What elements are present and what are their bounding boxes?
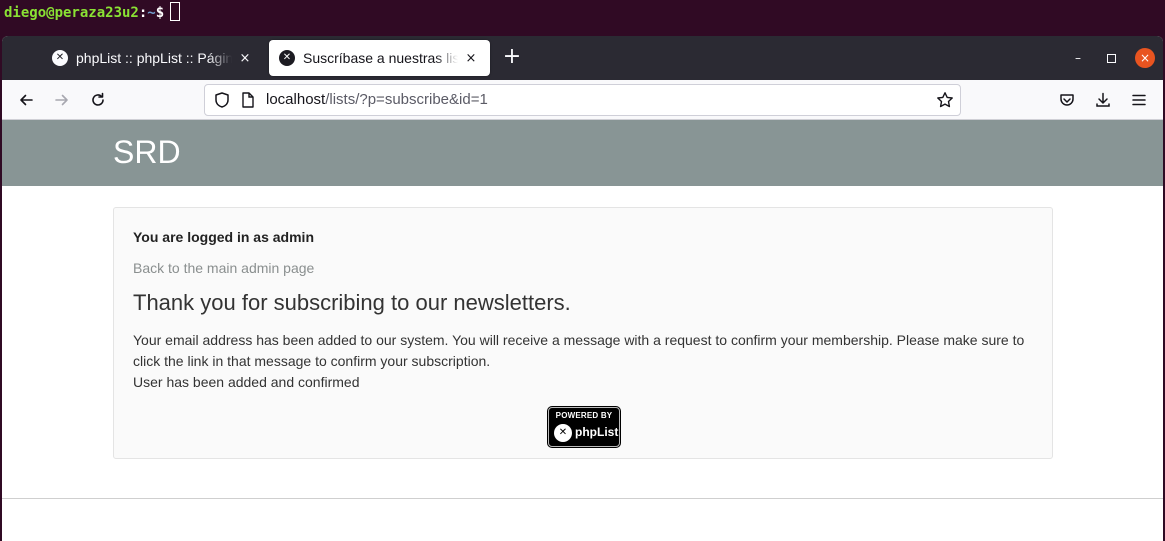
content-panel: You are logged in as admin Back to the m…: [113, 207, 1053, 459]
powered-by-label: POWERED BY: [555, 411, 613, 420]
navigation-toolbar: localhost/lists/?p=subscribe&id=1: [2, 80, 1163, 120]
status-text: User has been added and confirmed: [133, 374, 360, 390]
tab-close-icon[interactable]: ×: [462, 49, 480, 67]
logged-in-notice: You are logged in as admin: [133, 229, 314, 245]
tracking-shield-icon[interactable]: [213, 91, 231, 113]
minimize-button[interactable]: –: [1068, 48, 1088, 68]
footer-divider: [2, 498, 1163, 499]
maximize-icon: [1106, 53, 1116, 63]
back-arrow-icon: [20, 94, 33, 106]
close-window-button[interactable]: ×: [1135, 48, 1155, 68]
phplist-name: phpList: [575, 425, 619, 439]
page-heading: Thank you for subscribing to our newslet…: [133, 290, 571, 315]
phplist-logo-icon: ✕: [554, 424, 572, 442]
tab-subscribe[interactable]: ✕ Suscríbase a nuestras lista ×: [269, 40, 490, 76]
page-info-icon[interactable]: [241, 92, 255, 112]
tab-close-icon[interactable]: ×: [236, 49, 254, 67]
confirmation-text: Your email address has been added to our…: [133, 332, 1025, 369]
terminal-user-host: diego@peraza23u2: [4, 5, 139, 21]
site-title: SRD: [113, 134, 181, 170]
terminal-prompt-symbol: $: [155, 5, 165, 21]
confirmation-message: Your email address has been added to our…: [133, 330, 1033, 393]
bookmark-star-icon[interactable]: [936, 91, 954, 113]
tab-bar: ✕ phpList :: phpList :: Página × ✕ Suscr…: [2, 36, 1163, 80]
url-host: localhost: [266, 91, 326, 108]
tab-title: Suscríbase a nuestras lista: [303, 50, 458, 66]
forward-arrow-icon: [55, 94, 68, 106]
terminal-window: diego@peraza23u2:~$: [0, 0, 1165, 36]
pocket-icon: [1060, 94, 1074, 106]
terminal-cursor: [170, 2, 181, 21]
downloads-button[interactable]: [1089, 86, 1117, 114]
browser-window: ✕ phpList :: phpList :: Página × ✕ Suscr…: [2, 36, 1163, 541]
tab-title: phpList :: phpList :: Página: [76, 50, 232, 66]
hamburger-menu-icon: [1132, 94, 1146, 106]
url-text[interactable]: localhost/lists/?p=subscribe&id=1: [266, 91, 488, 108]
maximize-button[interactable]: [1101, 48, 1121, 68]
new-tab-button[interactable]: +: [500, 46, 524, 70]
reload-button[interactable]: [84, 86, 112, 114]
terminal-prompt-line: diego@peraza23u2:~$: [4, 2, 181, 23]
url-path: /lists/?p=subscribe&id=1: [325, 91, 488, 108]
page-viewport: SRD You are logged in as admin Back to t…: [2, 120, 1163, 541]
tab-phplist[interactable]: ✕ phpList :: phpList :: Página ×: [42, 40, 264, 76]
back-to-admin-link[interactable]: Back to the main admin page: [133, 260, 314, 276]
powered-by-phplist-badge[interactable]: POWERED BY ✕ phpList: [548, 407, 620, 447]
reload-icon: [92, 92, 104, 106]
phplist-favicon-icon: ✕: [279, 50, 295, 66]
download-icon: [1096, 92, 1110, 107]
back-button[interactable]: [12, 86, 40, 114]
phplist-favicon-icon: ✕: [52, 50, 68, 66]
pocket-button[interactable]: [1053, 86, 1081, 114]
forward-button[interactable]: [48, 86, 76, 114]
terminal-path: ~: [147, 5, 156, 21]
menu-button[interactable]: [1125, 86, 1153, 114]
site-header: SRD: [2, 120, 1163, 186]
address-bar[interactable]: localhost/lists/?p=subscribe&id=1: [204, 84, 961, 116]
